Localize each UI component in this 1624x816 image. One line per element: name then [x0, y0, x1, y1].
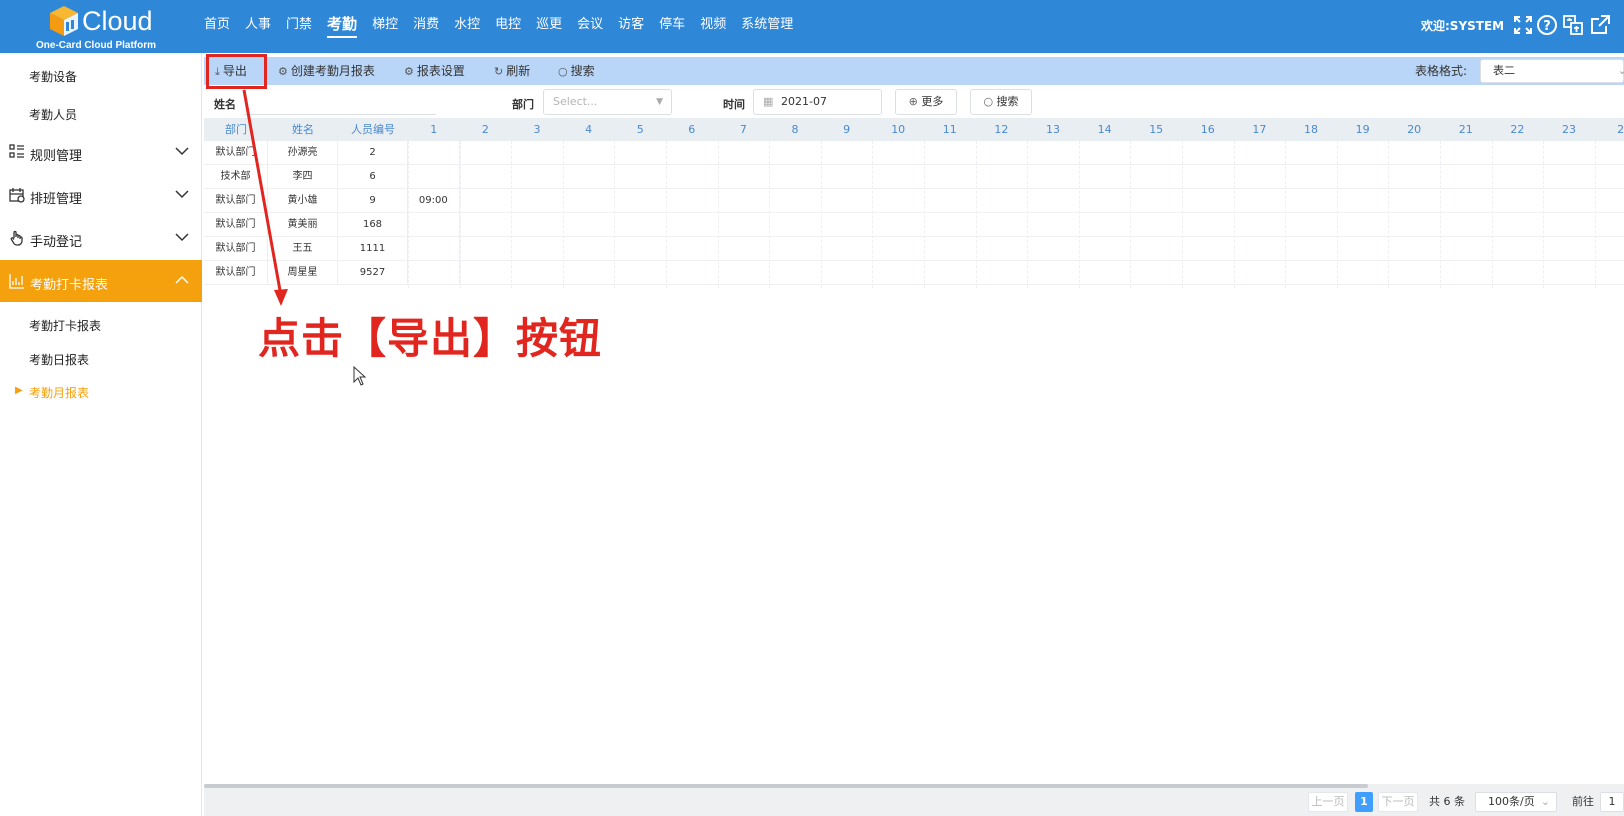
page-size-value: 100条/页 [1488, 795, 1535, 808]
arrowhead-icon [274, 289, 288, 306]
next-page-button[interactable]: 下一页 [1378, 792, 1418, 812]
mouse-cursor-icon [353, 366, 367, 386]
page-size-select[interactable]: 100条/页 ⌄ [1475, 792, 1557, 812]
goto-label: 前往 [1572, 795, 1594, 808]
prev-page-button[interactable]: 上一页 [1308, 792, 1348, 812]
page-1-button[interactable]: 1 [1355, 792, 1373, 812]
goto-page-input[interactable]: 1 [1600, 792, 1624, 812]
chevron-down-icon: ⌄ [1540, 795, 1550, 808]
total-count: 共 6 条 [1429, 795, 1465, 808]
arrow-annotation [242, 89, 288, 306]
